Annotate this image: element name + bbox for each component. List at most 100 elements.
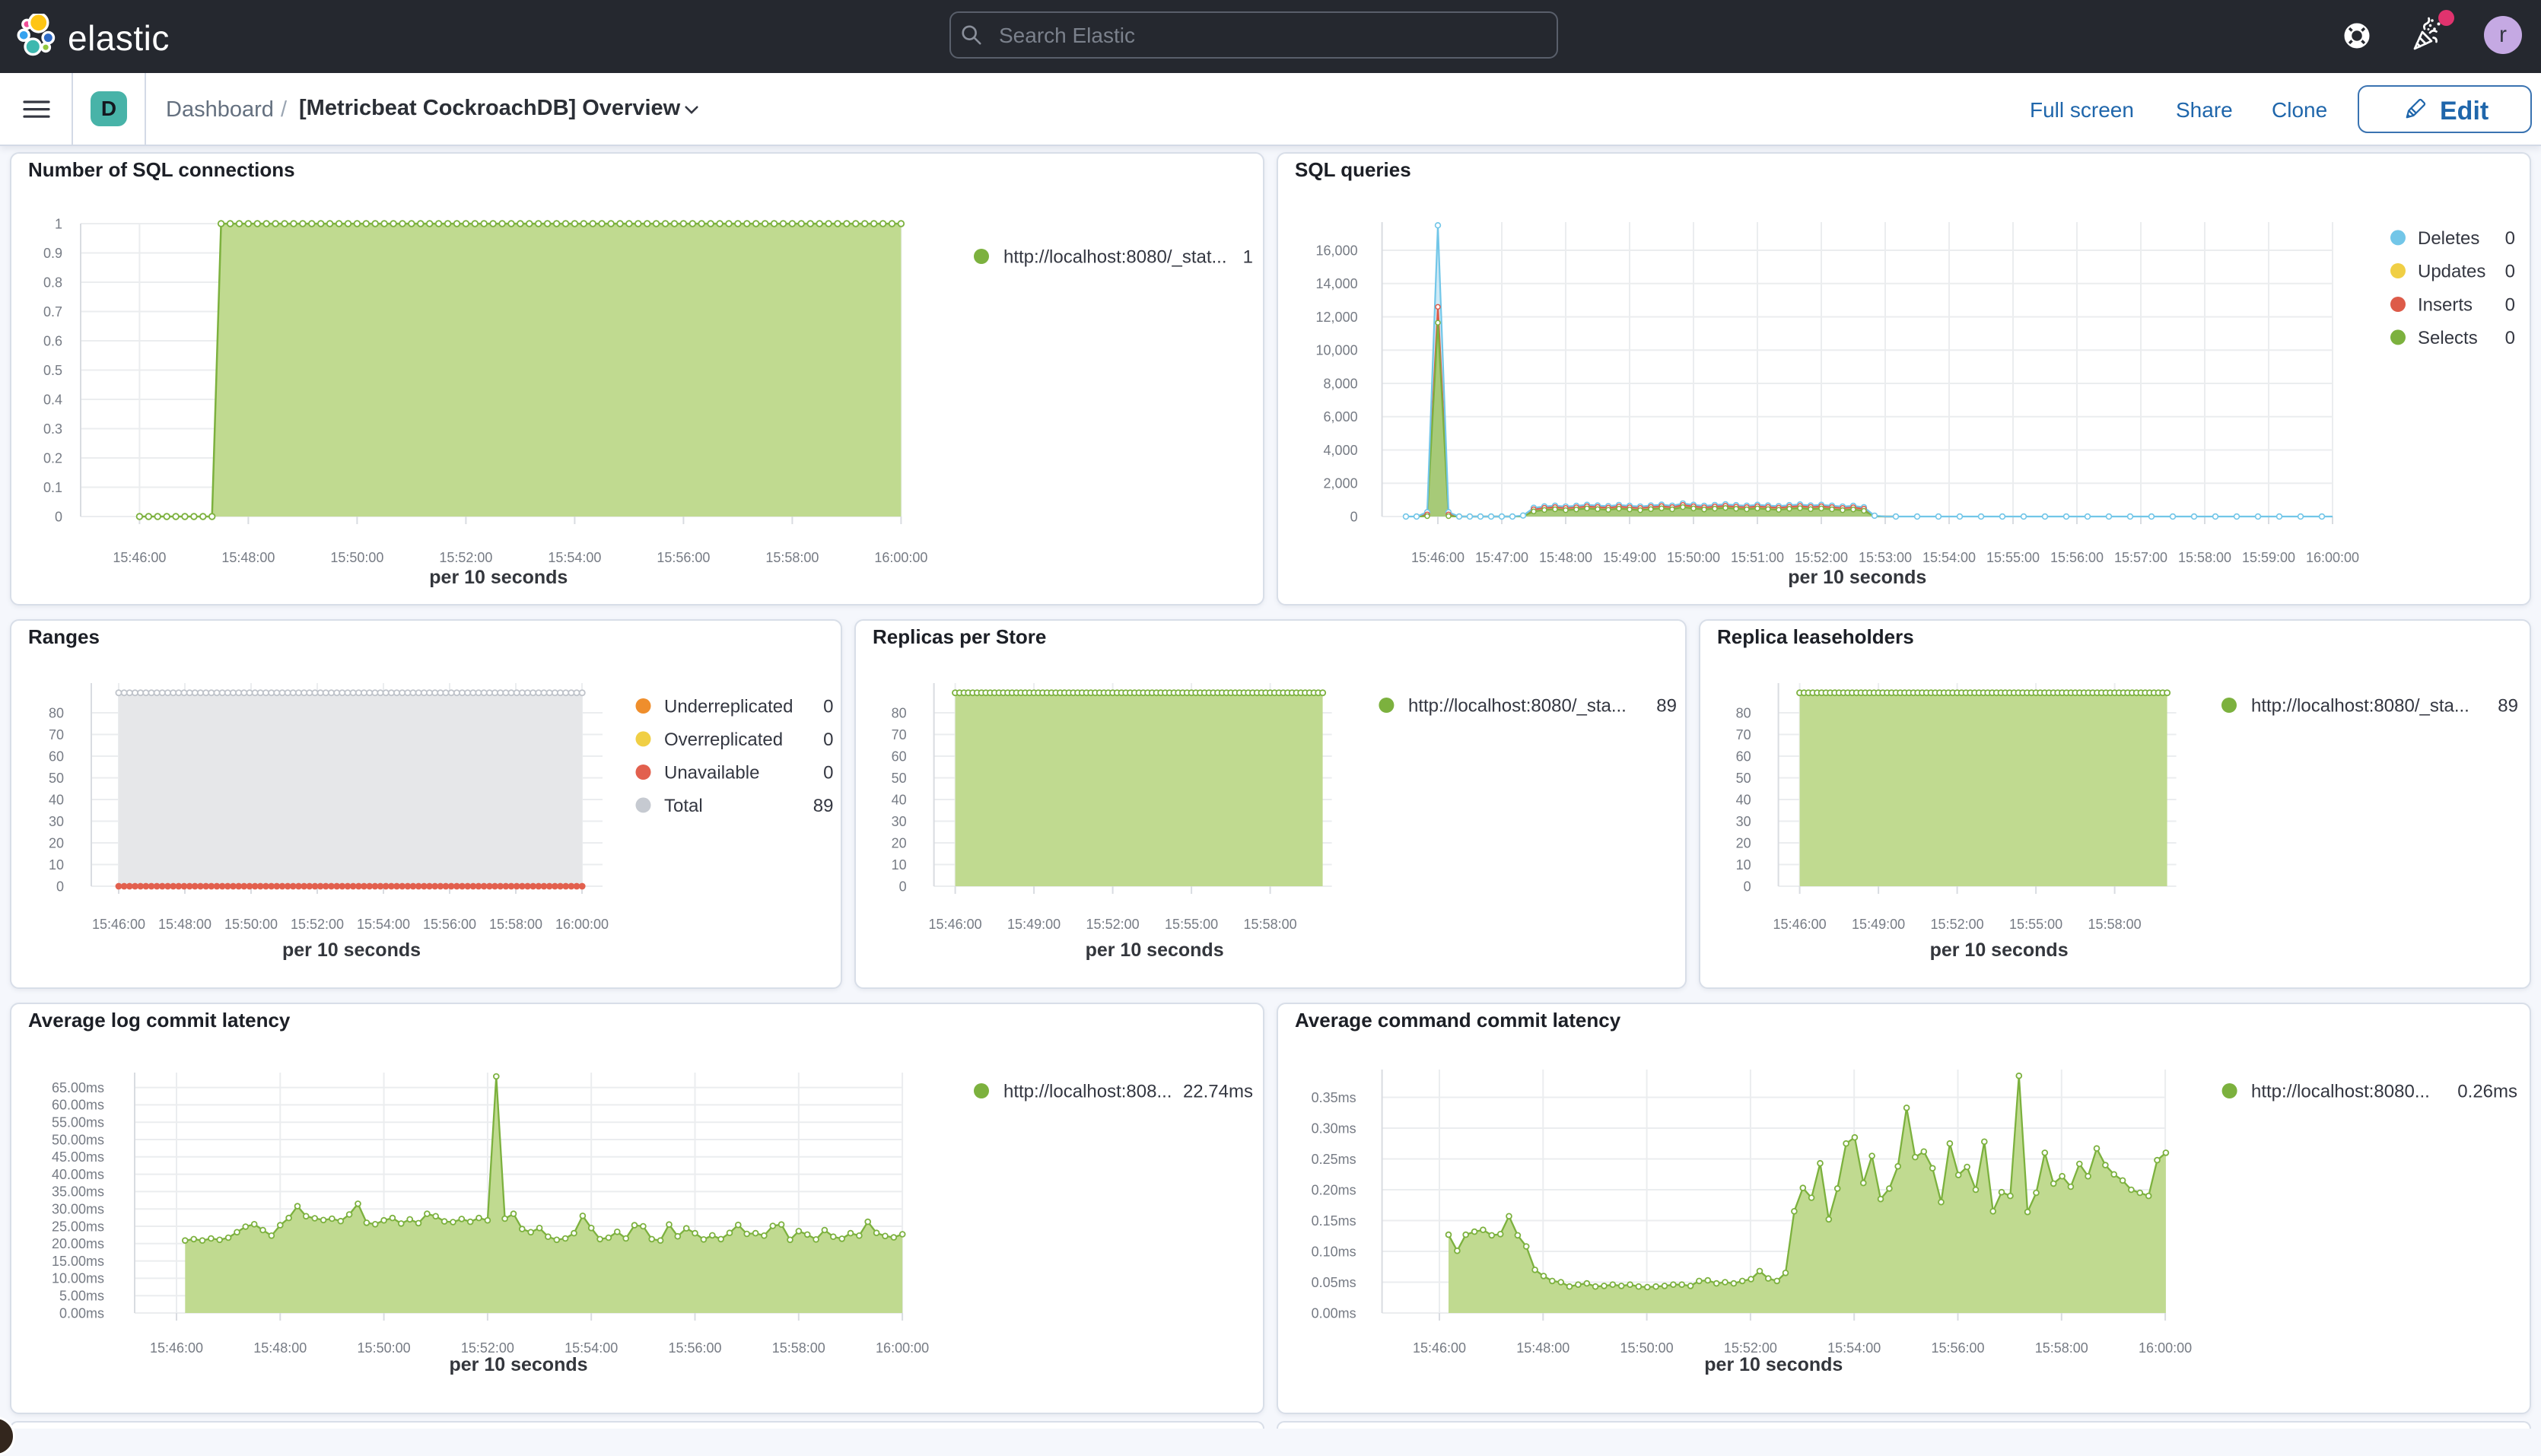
svg-text:15:52:00: 15:52:00 xyxy=(1931,917,1984,932)
svg-text:20.00ms: 20.00ms xyxy=(52,1236,104,1251)
svg-text:15.00ms: 15.00ms xyxy=(52,1254,104,1269)
svg-text:0.3: 0.3 xyxy=(43,421,62,437)
svg-text:40: 40 xyxy=(49,792,64,807)
svg-text:15:54:00: 15:54:00 xyxy=(1922,550,1976,565)
svg-text:15:51:00: 15:51:00 xyxy=(1731,550,1784,565)
svg-text:per 10 seconds: per 10 seconds xyxy=(1086,939,1224,961)
svg-text:60: 60 xyxy=(1736,749,1751,764)
svg-text:5.00ms: 5.00ms xyxy=(59,1289,104,1304)
svg-text:35.00ms: 35.00ms xyxy=(52,1184,104,1200)
svg-text:15:48:00: 15:48:00 xyxy=(1516,1340,1569,1356)
svg-text:50: 50 xyxy=(49,771,64,786)
svg-text:15:52:00: 15:52:00 xyxy=(1724,1340,1777,1356)
svg-text:15:52:00: 15:52:00 xyxy=(1086,917,1140,932)
svg-text:15:49:00: 15:49:00 xyxy=(1603,550,1656,565)
svg-text:0: 0 xyxy=(55,509,62,524)
svg-text:15:58:00: 15:58:00 xyxy=(1244,917,1297,932)
svg-text:16:00:00: 16:00:00 xyxy=(874,550,927,565)
svg-text:14,000: 14,000 xyxy=(1316,276,1358,291)
svg-text:89: 89 xyxy=(1656,695,1677,716)
svg-text:89: 89 xyxy=(813,796,834,816)
svg-text:15:46:00: 15:46:00 xyxy=(1413,1340,1466,1356)
svg-text:15:49:00: 15:49:00 xyxy=(1852,917,1905,932)
svg-text:0.00ms: 0.00ms xyxy=(59,1305,104,1321)
svg-text:12,000: 12,000 xyxy=(1316,310,1358,325)
svg-text:0.15ms: 0.15ms xyxy=(1312,1213,1356,1229)
svg-text:15:54:00: 15:54:00 xyxy=(548,550,601,565)
svg-text:15:52:00: 15:52:00 xyxy=(291,917,344,932)
svg-text:0.35ms: 0.35ms xyxy=(1312,1090,1356,1105)
svg-text:15:52:00: 15:52:00 xyxy=(1795,550,1848,565)
svg-text:80: 80 xyxy=(892,705,907,720)
svg-text:10: 10 xyxy=(49,857,64,873)
svg-text:15:56:00: 15:56:00 xyxy=(1931,1340,1984,1356)
svg-text:15:55:00: 15:55:00 xyxy=(2009,917,2062,932)
svg-text:70: 70 xyxy=(1736,727,1751,742)
svg-text:1: 1 xyxy=(55,216,62,231)
svg-text:0: 0 xyxy=(56,879,64,894)
svg-text:50: 50 xyxy=(1736,771,1751,786)
svg-text:15:50:00: 15:50:00 xyxy=(358,1340,411,1356)
svg-text:60: 60 xyxy=(892,749,907,764)
svg-text:http://localhost:8080/_sta...: http://localhost:8080/_sta... xyxy=(1408,695,1627,716)
svg-text:http://localhost:808...: http://localhost:808... xyxy=(1003,1081,1172,1102)
svg-text:Underreplicated: Underreplicated xyxy=(664,696,793,717)
svg-text:0: 0 xyxy=(1350,509,1358,524)
svg-text:0: 0 xyxy=(2505,328,2515,348)
svg-text:0.10ms: 0.10ms xyxy=(1312,1244,1356,1259)
svg-text:16:00:00: 16:00:00 xyxy=(876,1340,929,1356)
svg-text:15:54:00: 15:54:00 xyxy=(1827,1340,1881,1356)
svg-text:30: 30 xyxy=(1736,814,1751,829)
svg-text:70: 70 xyxy=(892,727,907,742)
svg-text:30: 30 xyxy=(49,814,64,829)
svg-text:15:52:00: 15:52:00 xyxy=(461,1340,514,1356)
svg-text:http://localhost:8080...: http://localhost:8080... xyxy=(2251,1081,2430,1102)
svg-text:0.7: 0.7 xyxy=(43,304,62,319)
svg-text:0.8: 0.8 xyxy=(43,275,62,290)
svg-text:15:58:00: 15:58:00 xyxy=(2035,1340,2088,1356)
svg-text:0.9: 0.9 xyxy=(43,246,62,261)
svg-text:Updates: Updates xyxy=(2418,261,2485,281)
svg-text:15:46:00: 15:46:00 xyxy=(1773,917,1827,932)
svg-text:1: 1 xyxy=(1243,246,1253,267)
svg-text:65.00ms: 65.00ms xyxy=(52,1080,104,1095)
svg-text:15:48:00: 15:48:00 xyxy=(1539,550,1592,565)
svg-text:89: 89 xyxy=(2498,695,2518,716)
svg-text:15:58:00: 15:58:00 xyxy=(772,1340,825,1356)
svg-text:0.6: 0.6 xyxy=(43,333,62,348)
svg-text:15:53:00: 15:53:00 xyxy=(1859,550,1912,565)
svg-text:60.00ms: 60.00ms xyxy=(52,1098,104,1113)
svg-text:15:49:00: 15:49:00 xyxy=(1007,917,1061,932)
svg-text:20: 20 xyxy=(892,835,907,850)
svg-text:15:58:00: 15:58:00 xyxy=(489,917,542,932)
svg-text:25.00ms: 25.00ms xyxy=(52,1219,104,1234)
svg-text:15:50:00: 15:50:00 xyxy=(330,550,383,565)
svg-text:Unavailable: Unavailable xyxy=(664,762,759,783)
svg-text:per 10 seconds: per 10 seconds xyxy=(429,567,568,588)
svg-text:20: 20 xyxy=(49,835,64,850)
svg-text:15:59:00: 15:59:00 xyxy=(2242,550,2295,565)
svg-text:16:00:00: 16:00:00 xyxy=(555,917,609,932)
svg-text:40: 40 xyxy=(892,792,907,807)
svg-text:15:46:00: 15:46:00 xyxy=(92,917,145,932)
svg-text:30.00ms: 30.00ms xyxy=(52,1202,104,1217)
svg-text:0: 0 xyxy=(823,696,833,717)
svg-text:0.05ms: 0.05ms xyxy=(1312,1275,1356,1290)
svg-text:15:46:00: 15:46:00 xyxy=(150,1340,203,1356)
svg-text:2,000: 2,000 xyxy=(1324,476,1358,491)
svg-text:0.20ms: 0.20ms xyxy=(1312,1182,1356,1197)
svg-text:4,000: 4,000 xyxy=(1324,443,1358,458)
svg-text:15:46:00: 15:46:00 xyxy=(929,917,982,932)
svg-text:0: 0 xyxy=(2505,228,2515,249)
svg-text:0.00ms: 0.00ms xyxy=(1312,1305,1356,1321)
svg-text:15:56:00: 15:56:00 xyxy=(423,917,476,932)
svg-text:16:00:00: 16:00:00 xyxy=(2306,550,2359,565)
svg-text:per 10 seconds: per 10 seconds xyxy=(1788,567,1926,588)
svg-text:15:48:00: 15:48:00 xyxy=(253,1340,307,1356)
svg-text:6,000: 6,000 xyxy=(1324,409,1358,424)
svg-text:16,000: 16,000 xyxy=(1316,243,1358,258)
svg-text:0: 0 xyxy=(2505,294,2515,315)
svg-text:0: 0 xyxy=(823,730,833,750)
svg-text:per 10 seconds: per 10 seconds xyxy=(282,939,421,961)
svg-text:Inserts: Inserts xyxy=(2418,294,2473,315)
